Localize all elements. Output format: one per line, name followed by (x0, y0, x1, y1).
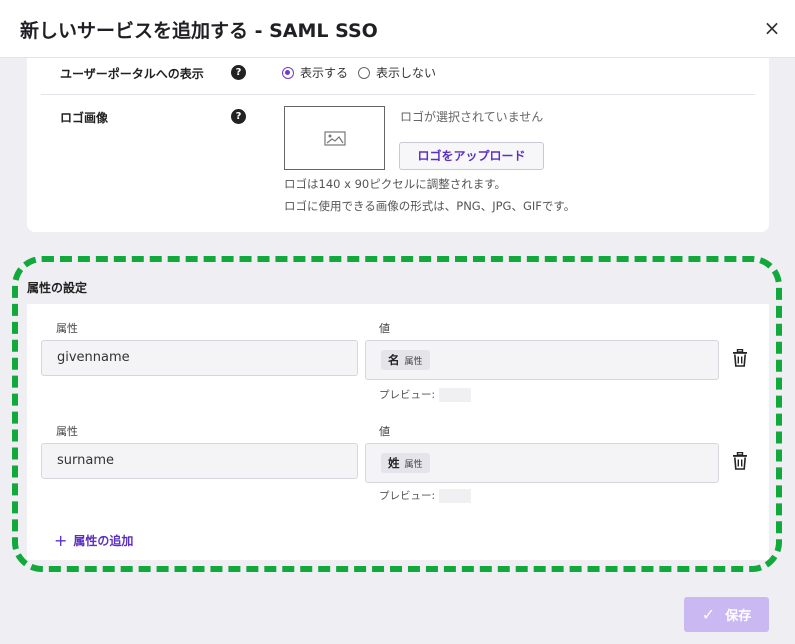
preview-label: プレビュー: (379, 490, 436, 502)
preview-box (439, 387, 472, 402)
logo-size-hint: ロゴは140 x 90ピクセルに調整されます。 (284, 177, 507, 191)
plus-icon: + (54, 531, 68, 550)
attribute-panel: 属性 値 givenname 名 属性 プレビュー: 属性 値 surname … (27, 304, 769, 560)
chip-sub-text: 属性 (404, 356, 423, 367)
radio-hide-label[interactable]: 表示しない (376, 64, 436, 81)
dialog-title: 新しいサービスを追加する - SAML SSO (20, 20, 378, 42)
attribute-chip[interactable]: 名 属性 (381, 350, 430, 370)
preview-box (439, 488, 472, 503)
dialog-header: 新しいサービスを追加する - SAML SSO × (0, 0, 795, 58)
delete-attribute-icon[interactable] (732, 452, 748, 470)
divider (41, 94, 755, 95)
save-label: 保存 (725, 609, 752, 624)
chip-main-text: 名 (388, 353, 400, 367)
value-preview: プレビュー: (379, 387, 472, 402)
attribute-value-input[interactable]: 姓 属性 (365, 443, 719, 483)
service-settings-card: ユーザーポータルへの表示 ? 表示する 表示しない ロゴ画像 ? ロゴが選択され… (27, 58, 769, 232)
save-button[interactable]: ✓ 保存 (684, 597, 769, 632)
preview-label: プレビュー: (379, 389, 436, 401)
add-attribute-label: 属性の追加 (73, 534, 134, 548)
logo-help-icon[interactable]: ? (231, 109, 246, 124)
chip-sub-text: 属性 (404, 459, 423, 470)
logo-preview-box (284, 106, 385, 170)
attribute-name-input[interactable]: givenname (41, 340, 358, 376)
attribute-section-title: 属性の設定 (27, 281, 88, 295)
delete-attribute-icon[interactable] (732, 349, 748, 367)
chip-main-text: 姓 (388, 456, 400, 470)
radio-hide[interactable] (358, 66, 371, 79)
value-column-label: 値 (379, 425, 390, 438)
attribute-column-label: 属性 (56, 322, 78, 335)
radio-show[interactable] (282, 66, 294, 79)
attribute-name-input[interactable]: surname (41, 443, 358, 479)
upload-logo-button[interactable]: ロゴをアップロード (399, 142, 544, 170)
attribute-value-input[interactable]: 名 属性 (365, 340, 719, 380)
portal-display-label: ユーザーポータルへの表示 (60, 67, 204, 81)
add-attribute-button[interactable]: + 属性の追加 (54, 531, 133, 550)
attribute-chip[interactable]: 姓 属性 (381, 453, 430, 473)
value-column-label: 値 (379, 322, 390, 335)
no-logo-text: ロゴが選択されていません (400, 110, 544, 124)
close-icon[interactable]: × (762, 18, 782, 38)
logo-format-hint: ロゴに使用できる画像の形式は、PNG、JPG、GIFです。 (284, 199, 576, 213)
check-icon: ✓ (701, 605, 716, 624)
logo-label: ロゴ画像 (60, 111, 109, 125)
value-preview: プレビュー: (379, 488, 472, 503)
image-placeholder-icon (324, 131, 346, 146)
portal-display-help-icon[interactable]: ? (231, 65, 246, 80)
attribute-column-label: 属性 (56, 425, 78, 438)
radio-show-label[interactable]: 表示する (300, 64, 348, 81)
portal-display-radio-group: 表示する 表示しない (282, 64, 446, 81)
